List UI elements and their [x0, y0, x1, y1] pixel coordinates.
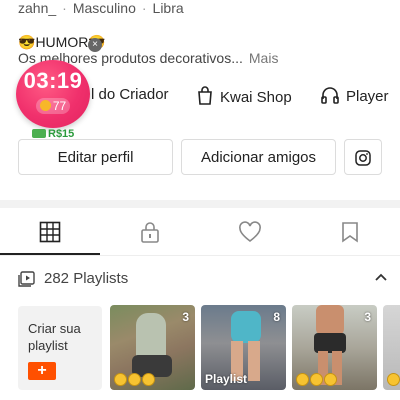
more-link[interactable]: Mais — [249, 50, 279, 66]
money-icon — [32, 129, 46, 138]
reward-timer[interactable]: 03:19 77 — [16, 60, 90, 128]
tab-saved[interactable] — [300, 208, 400, 256]
edit-profile-button[interactable]: Editar perfil — [18, 139, 173, 175]
grid-icon — [39, 221, 61, 243]
playlist-icon — [18, 271, 35, 287]
person-figure — [316, 305, 344, 335]
coin-count: 77 — [52, 99, 67, 113]
bookmark-icon — [341, 221, 359, 243]
profile-meta: zahn_ · Masculino · Libra — [18, 0, 184, 16]
emoji-icon — [310, 373, 323, 386]
emoji-icon — [142, 373, 155, 386]
playlist-thumbnail[interactable] — [383, 305, 400, 390]
playlist-video-count: 3 — [182, 310, 189, 324]
emoji-icon — [128, 373, 141, 386]
playlists-header[interactable]: 282 Playlists — [18, 268, 388, 292]
emoji-icon — [114, 373, 127, 386]
profile-sign: Libra — [152, 0, 184, 16]
playlist-video-count: 8 — [273, 310, 280, 324]
emoji-icon — [296, 373, 309, 386]
heart-icon — [238, 221, 262, 243]
person-figure — [231, 311, 261, 343]
emoji-icon — [324, 373, 337, 386]
profile-tabs — [0, 208, 400, 256]
kwai-shop-link[interactable]: Kwai Shop — [196, 86, 292, 110]
emoji-icon — [387, 373, 400, 386]
playlist-caption: Playlist — [205, 372, 248, 386]
playlist-thumbnail[interactable]: 3 — [292, 305, 377, 390]
person-figure — [248, 341, 260, 381]
tab-private[interactable] — [100, 208, 200, 256]
playlist-video-count: 3 — [364, 310, 371, 324]
coin-icon — [39, 100, 51, 111]
profile-handle: zahn_ — [18, 0, 57, 16]
timer-coins: 77 — [36, 98, 70, 114]
timer-time: 03:19 — [23, 68, 83, 93]
chevron-up-icon[interactable] — [374, 272, 388, 282]
emoji-reactions — [114, 373, 155, 386]
instagram-icon — [355, 150, 371, 166]
sunglasses-emoji-icon: 😎 — [18, 34, 36, 50]
meta-separator: · — [141, 0, 147, 16]
player-label: Player — [346, 87, 389, 105]
lock-icon — [139, 221, 161, 243]
bio-text: HUMOR — [35, 34, 89, 50]
playlist-thumbnail[interactable]: 3 — [110, 305, 195, 390]
tabs-divider — [0, 255, 400, 256]
add-playlist-button[interactable]: + — [28, 362, 56, 380]
section-divider — [0, 200, 400, 208]
shopping-bag-icon — [196, 86, 214, 110]
tab-grid[interactable] — [0, 208, 100, 256]
profile-gender: Masculino — [72, 0, 136, 16]
headphones-icon — [320, 86, 340, 108]
playlist-thumbnail[interactable]: 8 Playlist — [201, 305, 286, 390]
creator-link[interactable]: l do Criador — [91, 86, 169, 110]
player-link[interactable]: Player — [320, 86, 389, 110]
tab-liked[interactable] — [200, 208, 300, 256]
add-friends-button[interactable]: Adicionar amigos — [181, 139, 336, 175]
emoji-reactions — [387, 373, 400, 386]
kwai-shop-label: Kwai Shop — [220, 88, 292, 106]
meta-separator: · — [62, 0, 67, 16]
emoji-reactions — [296, 373, 337, 386]
playlists-count: 282 Playlists — [44, 270, 129, 287]
creator-link-label: l do Criador — [91, 86, 169, 103]
person-figure — [314, 333, 346, 353]
create-playlist-card[interactable]: Criar sua playlist + — [18, 306, 102, 390]
instagram-button[interactable] — [344, 139, 382, 175]
create-playlist-label: Criar sua playlist — [28, 321, 81, 353]
